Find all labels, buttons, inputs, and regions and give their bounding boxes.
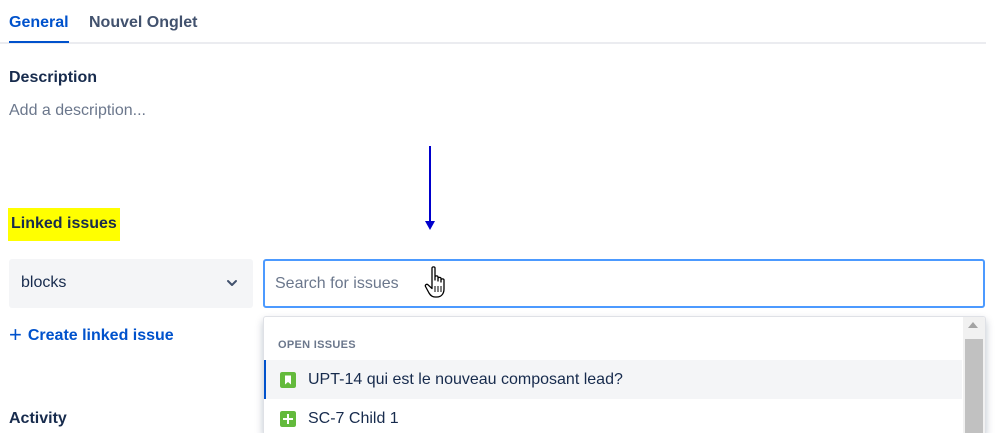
dropdown-item-label: UPT-14 qui est le nouveau composant lead… — [308, 371, 623, 388]
tab-nouvel-onglet[interactable]: Nouvel Onglet — [89, 14, 197, 32]
annotation-arrow-icon — [425, 146, 435, 230]
dropdown-item-sc-7[interactable]: SC-7 Child 1 — [264, 399, 962, 433]
search-issues-input[interactable] — [275, 261, 965, 306]
story-icon — [280, 372, 296, 388]
linked-issues-heading: Linked issues — [8, 208, 120, 241]
description-heading: Description — [9, 69, 98, 86]
new-feature-icon — [280, 411, 296, 427]
description-field[interactable]: Add a description... — [9, 102, 146, 120]
search-issues-field — [263, 259, 985, 308]
tab-general[interactable]: General — [9, 14, 69, 43]
link-type-value: blocks — [21, 274, 67, 291]
tab-bar: General Nouvel Onglet — [0, 0, 986, 44]
link-type-select[interactable]: blocks — [9, 259, 253, 308]
create-linked-issue-label: Create linked issue — [27, 327, 174, 344]
dropdown-scrollbar[interactable] — [963, 317, 985, 433]
plus-icon: + — [9, 322, 22, 347]
chevron-down-icon — [227, 280, 237, 286]
dropdown-group-label: OPEN ISSUES — [278, 339, 356, 351]
dropdown-item-upt-14[interactable]: UPT-14 qui est le nouveau composant lead… — [264, 360, 962, 399]
scroll-up-icon[interactable] — [968, 322, 978, 328]
activity-heading: Activity — [9, 410, 67, 427]
dropdown-item-label: SC-7 Child 1 — [308, 410, 399, 427]
scrollbar-thumb[interactable] — [965, 339, 983, 433]
create-linked-issue-button[interactable]: + Create linked issue — [9, 322, 174, 348]
issues-dropdown: OPEN ISSUES UPT-14 qui est le nouveau co… — [263, 316, 986, 433]
